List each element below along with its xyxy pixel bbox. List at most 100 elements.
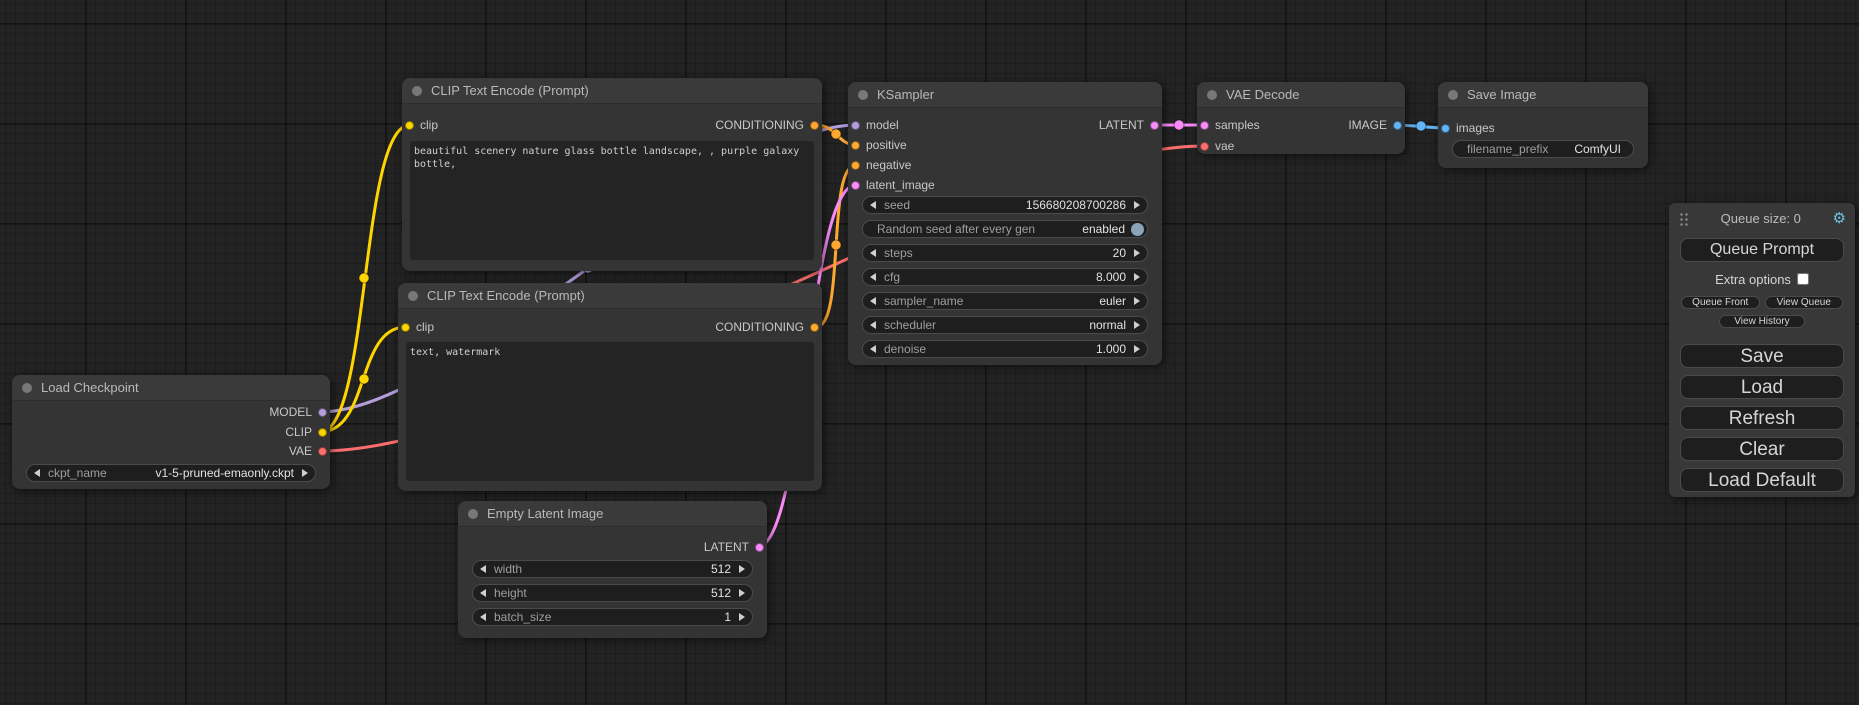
height-widget[interactable]: height 512	[472, 584, 753, 602]
steps-widget[interactable]: steps 20	[862, 244, 1148, 262]
ckpt-name-widget[interactable]: ckpt_name v1-5-pruned-emaonly.ckpt	[26, 464, 316, 482]
node-ksampler[interactable]: KSampler model positive negative latent_…	[848, 82, 1162, 365]
view-queue-button[interactable]: View Queue	[1765, 296, 1844, 309]
output-port-conditioning[interactable]	[810, 323, 819, 332]
node-save-image[interactable]: Save Image images filename_prefix ComfyU…	[1438, 82, 1648, 168]
prev-value-arrow-icon[interactable]	[480, 565, 486, 573]
output-port-clip[interactable]	[318, 428, 327, 437]
load-button[interactable]: Load	[1680, 375, 1844, 399]
prev-value-arrow-icon[interactable]	[870, 345, 876, 353]
prev-value-arrow-icon[interactable]	[480, 613, 486, 621]
random-seed-widget[interactable]: Random seed after every gen enabled	[862, 220, 1148, 238]
input-label: negative	[866, 158, 911, 172]
save-button[interactable]: Save	[1680, 344, 1844, 368]
settings-gear-icon[interactable]: ⚙	[1833, 211, 1846, 226]
node-header[interactable]: Load Checkpoint	[12, 375, 330, 401]
collapse-dot-icon[interactable]	[1207, 90, 1217, 100]
seed-widget[interactable]: seed 156680208700286	[862, 196, 1148, 214]
scheduler-widget[interactable]: scheduler normal	[862, 316, 1148, 334]
collapse-dot-icon[interactable]	[412, 86, 422, 96]
output-port-image[interactable]	[1393, 121, 1402, 130]
filename-prefix-widget[interactable]: filename_prefix ComfyUI	[1452, 140, 1634, 158]
prev-value-arrow-icon[interactable]	[870, 201, 876, 209]
node-title: CLIP Text Encode (Prompt)	[427, 288, 585, 303]
next-value-arrow-icon[interactable]	[1134, 273, 1140, 281]
random-seed-toggle-knob[interactable]	[1131, 223, 1144, 236]
queue-front-button[interactable]: Queue Front	[1681, 296, 1760, 309]
next-value-arrow-icon[interactable]	[1134, 201, 1140, 209]
collapse-dot-icon[interactable]	[1448, 90, 1458, 100]
next-value-arrow-icon[interactable]	[1134, 345, 1140, 353]
collapse-dot-icon[interactable]	[22, 383, 32, 393]
output-port-latent[interactable]	[1150, 121, 1159, 130]
node-header[interactable]: VAE Decode	[1197, 82, 1405, 108]
output-port-conditioning[interactable]	[810, 121, 819, 130]
extra-options-checkbox[interactable]	[1797, 273, 1809, 285]
output-port-model[interactable]	[318, 408, 327, 417]
prompt-text-area[interactable]: beautiful scenery nature glass bottle la…	[410, 141, 814, 260]
cfg-widget[interactable]: cfg 8.000	[862, 268, 1148, 286]
input-port-positive[interactable]	[851, 141, 860, 150]
wire-dot	[831, 240, 841, 250]
load-default-button[interactable]: Load Default	[1680, 468, 1844, 492]
node-load-checkpoint[interactable]: Load Checkpoint MODEL CLIP VAE ckpt_name…	[12, 375, 330, 489]
prev-value-arrow-icon[interactable]	[480, 589, 486, 597]
next-value-arrow-icon[interactable]	[1134, 297, 1140, 305]
node-header[interactable]: KSampler	[848, 82, 1162, 108]
collapse-dot-icon[interactable]	[468, 509, 478, 519]
wire-dot	[831, 129, 841, 139]
view-history-button[interactable]: View History	[1719, 315, 1805, 328]
node-vae-decode[interactable]: VAE Decode samples vae IMAGE	[1197, 82, 1405, 154]
refresh-button[interactable]: Refresh	[1680, 406, 1844, 430]
prev-value-arrow-icon[interactable]	[34, 469, 40, 477]
prev-value-arrow-icon[interactable]	[870, 297, 876, 305]
prev-value-arrow-icon[interactable]	[870, 249, 876, 257]
next-value-arrow-icon[interactable]	[739, 613, 745, 621]
queue-prompt-button[interactable]: Queue Prompt	[1680, 238, 1844, 262]
node-clip-text-encode-negative[interactable]: CLIP Text Encode (Prompt) clip CONDITION…	[398, 283, 822, 491]
input-label: positive	[866, 138, 907, 152]
widget-value: enabled	[1082, 222, 1125, 236]
next-value-arrow-icon[interactable]	[739, 565, 745, 573]
prev-value-arrow-icon[interactable]	[870, 321, 876, 329]
collapse-dot-icon[interactable]	[858, 90, 868, 100]
width-widget[interactable]: width 512	[472, 560, 753, 578]
node-graph-canvas[interactable]: Load Checkpoint MODEL CLIP VAE ckpt_name…	[0, 0, 1859, 705]
queue-panel: Queue size: 0 ⚙ Queue Prompt Extra optio…	[1669, 203, 1855, 497]
output-port-vae[interactable]	[318, 447, 327, 456]
output-label: CONDITIONING	[715, 320, 804, 334]
widget-label: sampler_name	[884, 294, 963, 308]
wire-dot	[1174, 120, 1184, 130]
input-port-images[interactable]	[1441, 124, 1450, 133]
input-port-vae[interactable]	[1200, 142, 1209, 151]
input-port-latent-image[interactable]	[851, 181, 860, 190]
input-port-negative[interactable]	[851, 161, 860, 170]
collapse-dot-icon[interactable]	[408, 291, 418, 301]
clear-button[interactable]: Clear	[1680, 437, 1844, 461]
next-value-arrow-icon[interactable]	[1134, 249, 1140, 257]
next-value-arrow-icon[interactable]	[302, 469, 308, 477]
node-empty-latent-image[interactable]: Empty Latent Image LATENT width 512 heig…	[458, 501, 767, 638]
widget-label: seed	[884, 198, 910, 212]
next-value-arrow-icon[interactable]	[1134, 321, 1140, 329]
input-port-clip[interactable]	[401, 323, 410, 332]
queue-panel-header: Queue size: 0 ⚙	[1669, 203, 1855, 233]
node-header[interactable]: CLIP Text Encode (Prompt)	[398, 283, 822, 309]
extra-options-row: Extra options	[1669, 271, 1855, 287]
sampler-name-widget[interactable]: sampler_name euler	[862, 292, 1148, 310]
drag-handle-icon[interactable]	[1678, 211, 1689, 226]
node-clip-text-encode-positive[interactable]: CLIP Text Encode (Prompt) clip CONDITION…	[402, 78, 822, 271]
node-header[interactable]: Save Image	[1438, 82, 1648, 108]
output-port-latent[interactable]	[755, 543, 764, 552]
node-header[interactable]: CLIP Text Encode (Prompt)	[402, 78, 822, 104]
input-port-clip[interactable]	[405, 121, 414, 130]
input-port-model[interactable]	[851, 121, 860, 130]
node-header[interactable]: Empty Latent Image	[458, 501, 767, 527]
input-port-samples[interactable]	[1200, 121, 1209, 130]
wire-dot	[359, 273, 369, 283]
next-value-arrow-icon[interactable]	[739, 589, 745, 597]
denoise-widget[interactable]: denoise 1.000	[862, 340, 1148, 358]
prompt-text-area[interactable]: text, watermark	[406, 342, 814, 481]
prev-value-arrow-icon[interactable]	[870, 273, 876, 281]
batch-size-widget[interactable]: batch_size 1	[472, 608, 753, 626]
